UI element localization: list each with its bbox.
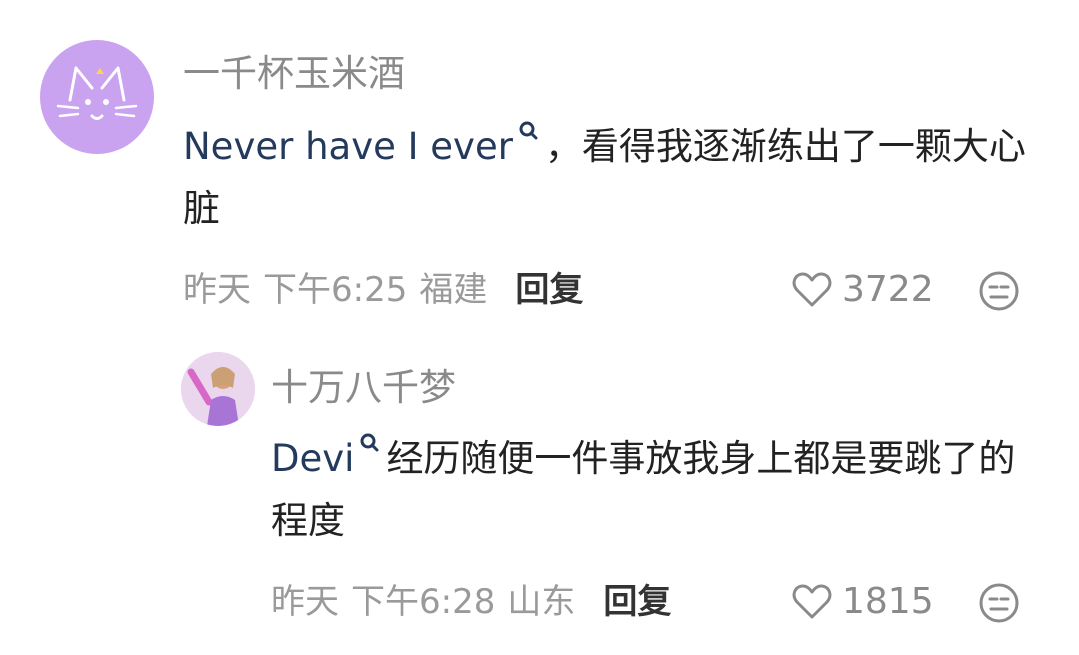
like-button[interactable]: 1815 bbox=[792, 580, 934, 624]
comment-text: Never have I ever ，看得我逐渐练出了一颗大心脏 bbox=[183, 116, 1043, 240]
like-button[interactable]: 3722 bbox=[792, 268, 934, 312]
neutral-face-icon bbox=[979, 271, 1019, 311]
dislike-button[interactable] bbox=[978, 582, 1020, 628]
search-icon[interactable] bbox=[358, 428, 380, 456]
reply-comment: 十万八千梦 Devi 经历随便一件事放我身上都是要跳了的程度 昨天 下午6:28 山东… bbox=[0, 330, 1079, 655]
comment-time: 下午6:28 bbox=[351, 582, 496, 622]
comment-time: 下午6:25 bbox=[263, 270, 408, 310]
comment-location: 山东 bbox=[507, 582, 576, 622]
like-count: 1815 bbox=[842, 581, 934, 622]
person-photo bbox=[181, 352, 255, 426]
search-link[interactable]: Devi bbox=[271, 437, 354, 480]
heart-outline-icon bbox=[792, 584, 832, 619]
username[interactable]: 一千杯玉米酒 bbox=[183, 52, 405, 96]
comment-date: 昨天 bbox=[183, 270, 251, 310]
like-count: 3722 bbox=[842, 269, 934, 310]
comment-meta: 昨天 下午6:25 福建 回复 bbox=[183, 268, 595, 312]
username[interactable]: 十万八千梦 bbox=[271, 366, 456, 410]
avatar[interactable] bbox=[181, 352, 255, 426]
comment: 一千杯玉米酒 Never have I ever ，看得我逐渐练出了一颗大心脏 昨… bbox=[0, 0, 1079, 330]
cat-face-icon bbox=[56, 66, 138, 120]
comment-text: Devi 经历随便一件事放我身上都是要跳了的程度 bbox=[271, 428, 1031, 552]
neutral-face-icon bbox=[979, 583, 1019, 623]
search-link[interactable]: Never have I ever bbox=[183, 125, 513, 168]
comment-meta: 昨天 下午6:28 山东 回复 bbox=[271, 580, 683, 624]
comment-date: 昨天 bbox=[271, 582, 339, 622]
comment-location: 福建 bbox=[419, 270, 488, 310]
avatar[interactable] bbox=[40, 40, 154, 154]
reply-button[interactable]: 回复 bbox=[515, 270, 583, 310]
reply-button[interactable]: 回复 bbox=[603, 582, 671, 622]
dislike-button[interactable] bbox=[978, 270, 1020, 316]
search-icon[interactable] bbox=[517, 116, 539, 144]
comment-body: 经历随便一件事放我身上都是要跳了的程度 bbox=[271, 437, 1016, 542]
heart-outline-icon bbox=[792, 272, 832, 307]
